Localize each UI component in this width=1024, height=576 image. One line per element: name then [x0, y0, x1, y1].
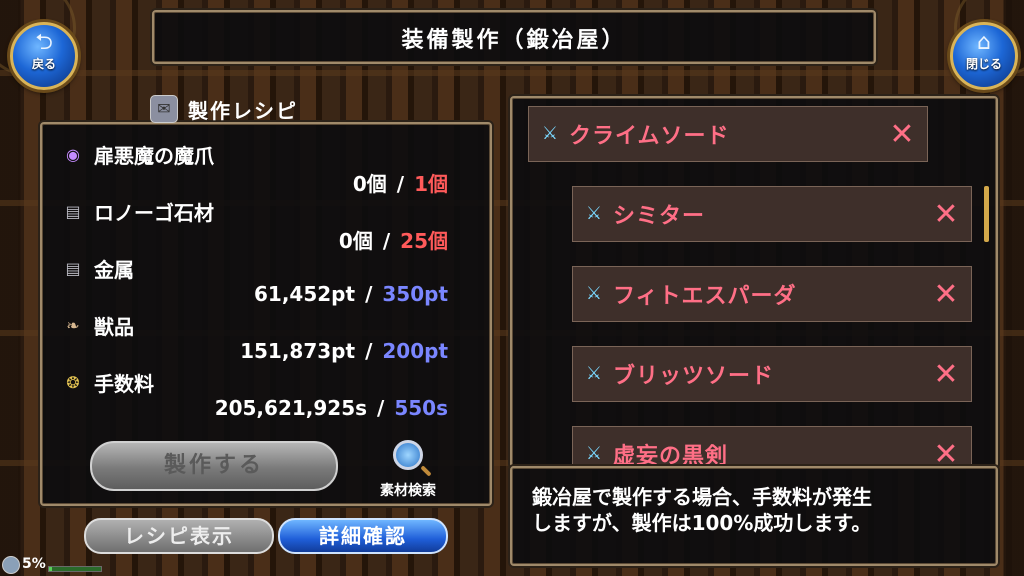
home-icon: ⌂: [977, 30, 991, 55]
owned-amount: 205,621,925s: [214, 396, 368, 420]
material-name-label: 獣品: [94, 315, 134, 339]
amount-separator: /: [365, 282, 373, 306]
info-line-1: 鍛冶屋で製作する場合、手数料が発生: [532, 485, 872, 509]
amount-separator: /: [382, 229, 391, 253]
unavailable-mark-icon: ✕: [933, 196, 959, 232]
unavailable-mark-icon: ✕: [933, 436, 959, 468]
material-search-button[interactable]: 素材検索: [368, 440, 448, 500]
close-button[interactable]: ⌂ 閉じる: [950, 22, 1018, 90]
info-line-2: しますが、製作は100%成功します。: [532, 511, 872, 535]
status-percent: 5%: [22, 556, 46, 572]
material-name-label: 手数料: [94, 372, 154, 396]
item-name: 虚妄の黒剣: [613, 444, 729, 468]
status-bar-fill: [49, 567, 52, 571]
scrollbar[interactable]: [984, 186, 989, 242]
owned-amount: 0個: [352, 172, 387, 196]
item-row[interactable]: ⚔ ブリッツソード ✕: [572, 346, 972, 402]
item-row[interactable]: ⚔ フィトエスパーダ ✕: [572, 266, 972, 322]
craft-button[interactable]: 製作する: [90, 441, 338, 491]
back-button[interactable]: ⮌ 戻る: [10, 22, 78, 90]
owned-amount: 0個: [338, 229, 373, 253]
material-quantity: 0個 / 1個: [353, 168, 448, 197]
unavailable-mark-icon: ✕: [889, 116, 915, 152]
unavailable-mark-icon: ✕: [933, 276, 959, 312]
sword-icon: ⚔: [585, 363, 603, 384]
item-list-panel: ⚔ クライムソード ✕ ⚔ シミター ✕ ⚔ フィトエスパーダ ✕ ⚔ ブリッツソード ✕ ⚔ 虚妄の黒剣…: [510, 96, 998, 468]
back-label: 戻る: [31, 57, 56, 71]
purple-orb-icon: ◉: [66, 144, 80, 164]
claw-icon: ❧: [66, 315, 80, 335]
item-name: クライムソード: [569, 124, 730, 149]
owned-amount: 151,873pt: [240, 339, 356, 363]
page-title: 装備製作（鍛冶屋）: [401, 28, 627, 53]
item-row[interactable]: ⚔ クライムソード ✕: [528, 106, 928, 162]
material-name: ▤ ロノーゴ石材: [60, 197, 214, 226]
recipe-book-icon: ✉: [150, 95, 178, 123]
detail-button[interactable]: 詳細確認: [278, 518, 448, 554]
required-amount: 200pt: [382, 339, 448, 363]
material-name: ▤ 金属: [60, 254, 134, 283]
item-row[interactable]: ⚔ シミター ✕: [572, 186, 972, 242]
material-name: ❂ 手数料: [60, 368, 154, 397]
item-name: フィトエスパーダ: [613, 284, 797, 309]
recipe-view-button[interactable]: レシピ表示: [84, 518, 274, 554]
coins-icon: ❂: [66, 372, 80, 392]
magnifier-icon: [393, 440, 423, 470]
material-quantity: 205,621,925s / 550s: [215, 396, 448, 420]
material-name-label: 扉悪魔の魔爪: [94, 144, 214, 168]
owned-amount: 61,452pt: [254, 282, 356, 306]
material-name: ❧ 獣品: [60, 311, 134, 340]
required-amount: 25個: [400, 229, 448, 253]
sword-icon: ⚔: [585, 443, 603, 464]
amount-separator: /: [365, 339, 373, 363]
status-bar: [48, 566, 102, 572]
recipe-heading: ✉ 製作レシピ: [150, 94, 340, 124]
required-amount: 550s: [394, 396, 448, 420]
stone-block-icon: ▤: [65, 201, 81, 221]
material-quantity: 61,452pt / 350pt: [254, 282, 448, 306]
amount-separator: /: [377, 396, 385, 420]
material-quantity: 151,873pt / 200pt: [240, 339, 448, 363]
close-label: 閉じる: [965, 57, 1002, 71]
material-quantity: 0個 / 25個: [339, 225, 448, 254]
sword-icon: ⚔: [541, 123, 559, 144]
material-name: ◉ 扉悪魔の魔爪: [60, 140, 214, 169]
recipe-heading-label: 製作レシピ: [188, 98, 298, 123]
sword-icon: ⚔: [585, 283, 603, 304]
metal-ingot-icon: ▤: [65, 258, 81, 278]
status-icon: [2, 556, 20, 574]
info-panel: 鍛冶屋で製作する場合、手数料が発生 しますが、製作は100%成功します。: [510, 466, 998, 566]
item-row[interactable]: ⚔ 虚妄の黒剣 ✕: [572, 426, 972, 468]
amount-separator: /: [396, 172, 405, 196]
material-name-label: 金属: [94, 258, 134, 282]
info-text: 鍛冶屋で製作する場合、手数料が発生 しますが、製作は100%成功します。: [532, 484, 980, 536]
item-name: ブリッツソード: [613, 364, 775, 389]
return-arrow-icon: ⮌: [35, 30, 53, 55]
material-name-label: ロノーゴ石材: [94, 201, 214, 225]
sword-icon: ⚔: [585, 203, 603, 224]
required-amount: 350pt: [382, 282, 448, 306]
unavailable-mark-icon: ✕: [933, 356, 959, 392]
item-name: シミター: [613, 204, 706, 229]
material-search-label: 素材検索: [380, 483, 436, 499]
required-amount: 1個: [414, 172, 448, 196]
title-bar: 装備製作（鍛冶屋）: [152, 10, 876, 64]
